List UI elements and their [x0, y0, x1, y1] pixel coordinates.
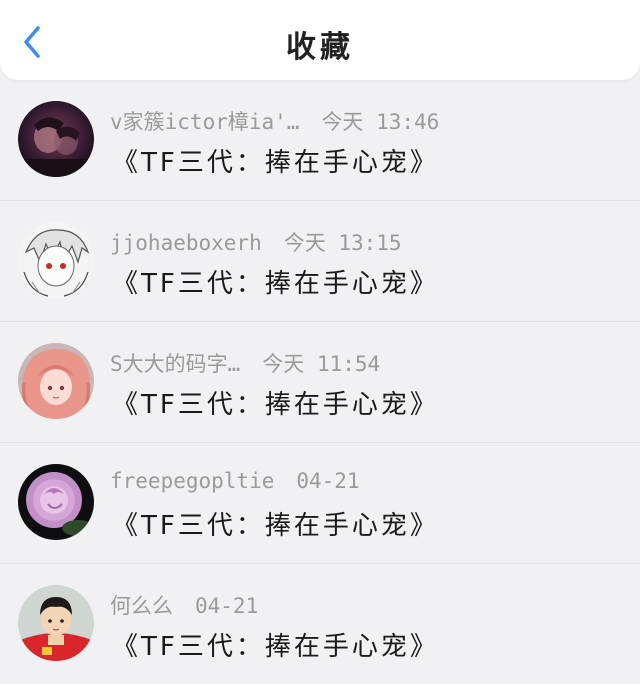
list-item[interactable]: v家簇ictor樟ia'… 今天 13:46 《TF三代：捧在手心宠》 [0, 80, 640, 200]
avatar[interactable] [18, 222, 94, 298]
favorites-list: v家簇ictor樟ia'… 今天 13:46 《TF三代：捧在手心宠》 jjoha… [0, 80, 640, 684]
avatar[interactable] [18, 585, 94, 661]
avatar[interactable] [18, 464, 94, 540]
page-title: 收藏 [286, 30, 354, 65]
author-name[interactable]: 何么么 [110, 594, 173, 618]
author-name[interactable]: S大大的码字… [110, 352, 240, 376]
work-title[interactable]: 《TF三代：捧在手心宠》 [112, 626, 439, 663]
item-meta: jjohaeboxerh 今天 13:15 [110, 227, 402, 255]
list-item[interactable]: freepegopltie 04-21 《TF三代：捧在手心宠》 [0, 443, 640, 563]
item-meta: 何么么 04-21 [110, 590, 258, 618]
avatar[interactable] [18, 343, 94, 419]
timestamp: 04-21 [296, 469, 360, 493]
author-name[interactable]: v家簇ictor樟ia'… [110, 110, 299, 134]
avatar[interactable] [18, 101, 94, 177]
timestamp: 今天 11:54 [262, 352, 381, 376]
work-title[interactable]: 《TF三代：捧在手心宠》 [112, 505, 439, 542]
item-meta: S大大的码字… 今天 11:54 [110, 348, 380, 376]
item-meta: freepegopltie 04-21 [110, 469, 360, 497]
item-meta: v家簇ictor樟ia'… 今天 13:46 [110, 106, 439, 134]
timestamp: 今天 13:46 [321, 110, 440, 134]
author-name[interactable]: freepegopltie [110, 469, 274, 493]
list-item[interactable]: jjohaeboxerh 今天 13:15 《TF三代：捧在手心宠》 [0, 201, 640, 321]
list-item[interactable]: 何么么 04-21 《TF三代：捧在手心宠》 [0, 564, 640, 684]
header-bar: 收藏 [0, 0, 640, 80]
work-title[interactable]: 《TF三代：捧在手心宠》 [112, 384, 439, 421]
timestamp: 今天 13:15 [283, 231, 402, 255]
list-item[interactable]: S大大的码字… 今天 11:54 《TF三代：捧在手心宠》 [0, 322, 640, 442]
work-title[interactable]: 《TF三代：捧在手心宠》 [112, 263, 439, 300]
work-title[interactable]: 《TF三代：捧在手心宠》 [112, 142, 439, 179]
timestamp: 04-21 [195, 594, 259, 618]
author-name[interactable]: jjohaeboxerh [110, 231, 262, 255]
